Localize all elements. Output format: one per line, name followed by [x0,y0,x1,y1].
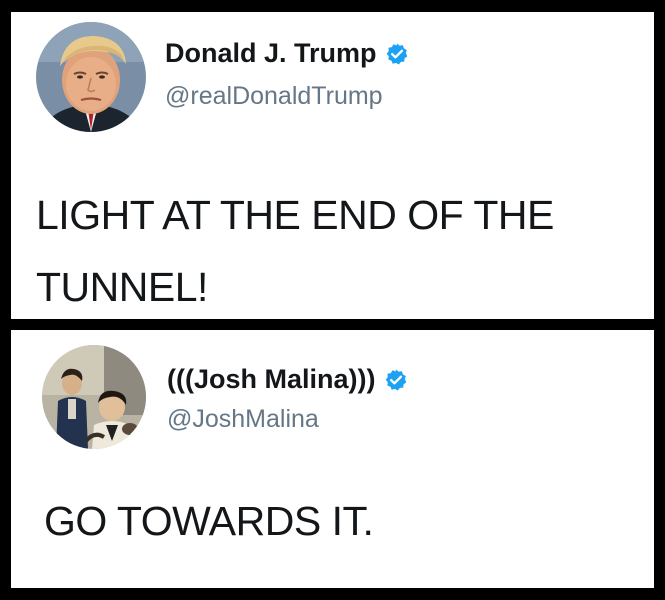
tweet-text: GO TOWARDS IT. [44,498,374,544]
display-name[interactable]: (((Josh Malina))) [167,366,376,393]
verified-badge-icon [385,42,409,66]
trump-avatar[interactable] [36,22,146,132]
handle[interactable]: @realDonaldTrump [165,84,383,109]
handle[interactable]: @JoshMalina [167,407,319,432]
malina-avatar[interactable] [42,345,146,449]
tweet-card-malina: (((Josh Malina))) @JoshMalina GO TOWARDS… [11,330,654,588]
vintage-photo-avatar-icon [42,345,146,449]
tweet-card-trump: Donald J. Trump @realDonaldTrump LIGHT A… [11,12,654,319]
display-name[interactable]: Donald J. Trump [165,40,377,67]
portrait-avatar-icon [36,22,146,132]
malina-name-row: (((Josh Malina))) [167,366,408,393]
verified-badge-icon [384,368,408,392]
tweet-text: LIGHT AT THE END OF THE TUNNEL! [36,192,554,310]
trump-name-row: Donald J. Trump [165,40,409,67]
